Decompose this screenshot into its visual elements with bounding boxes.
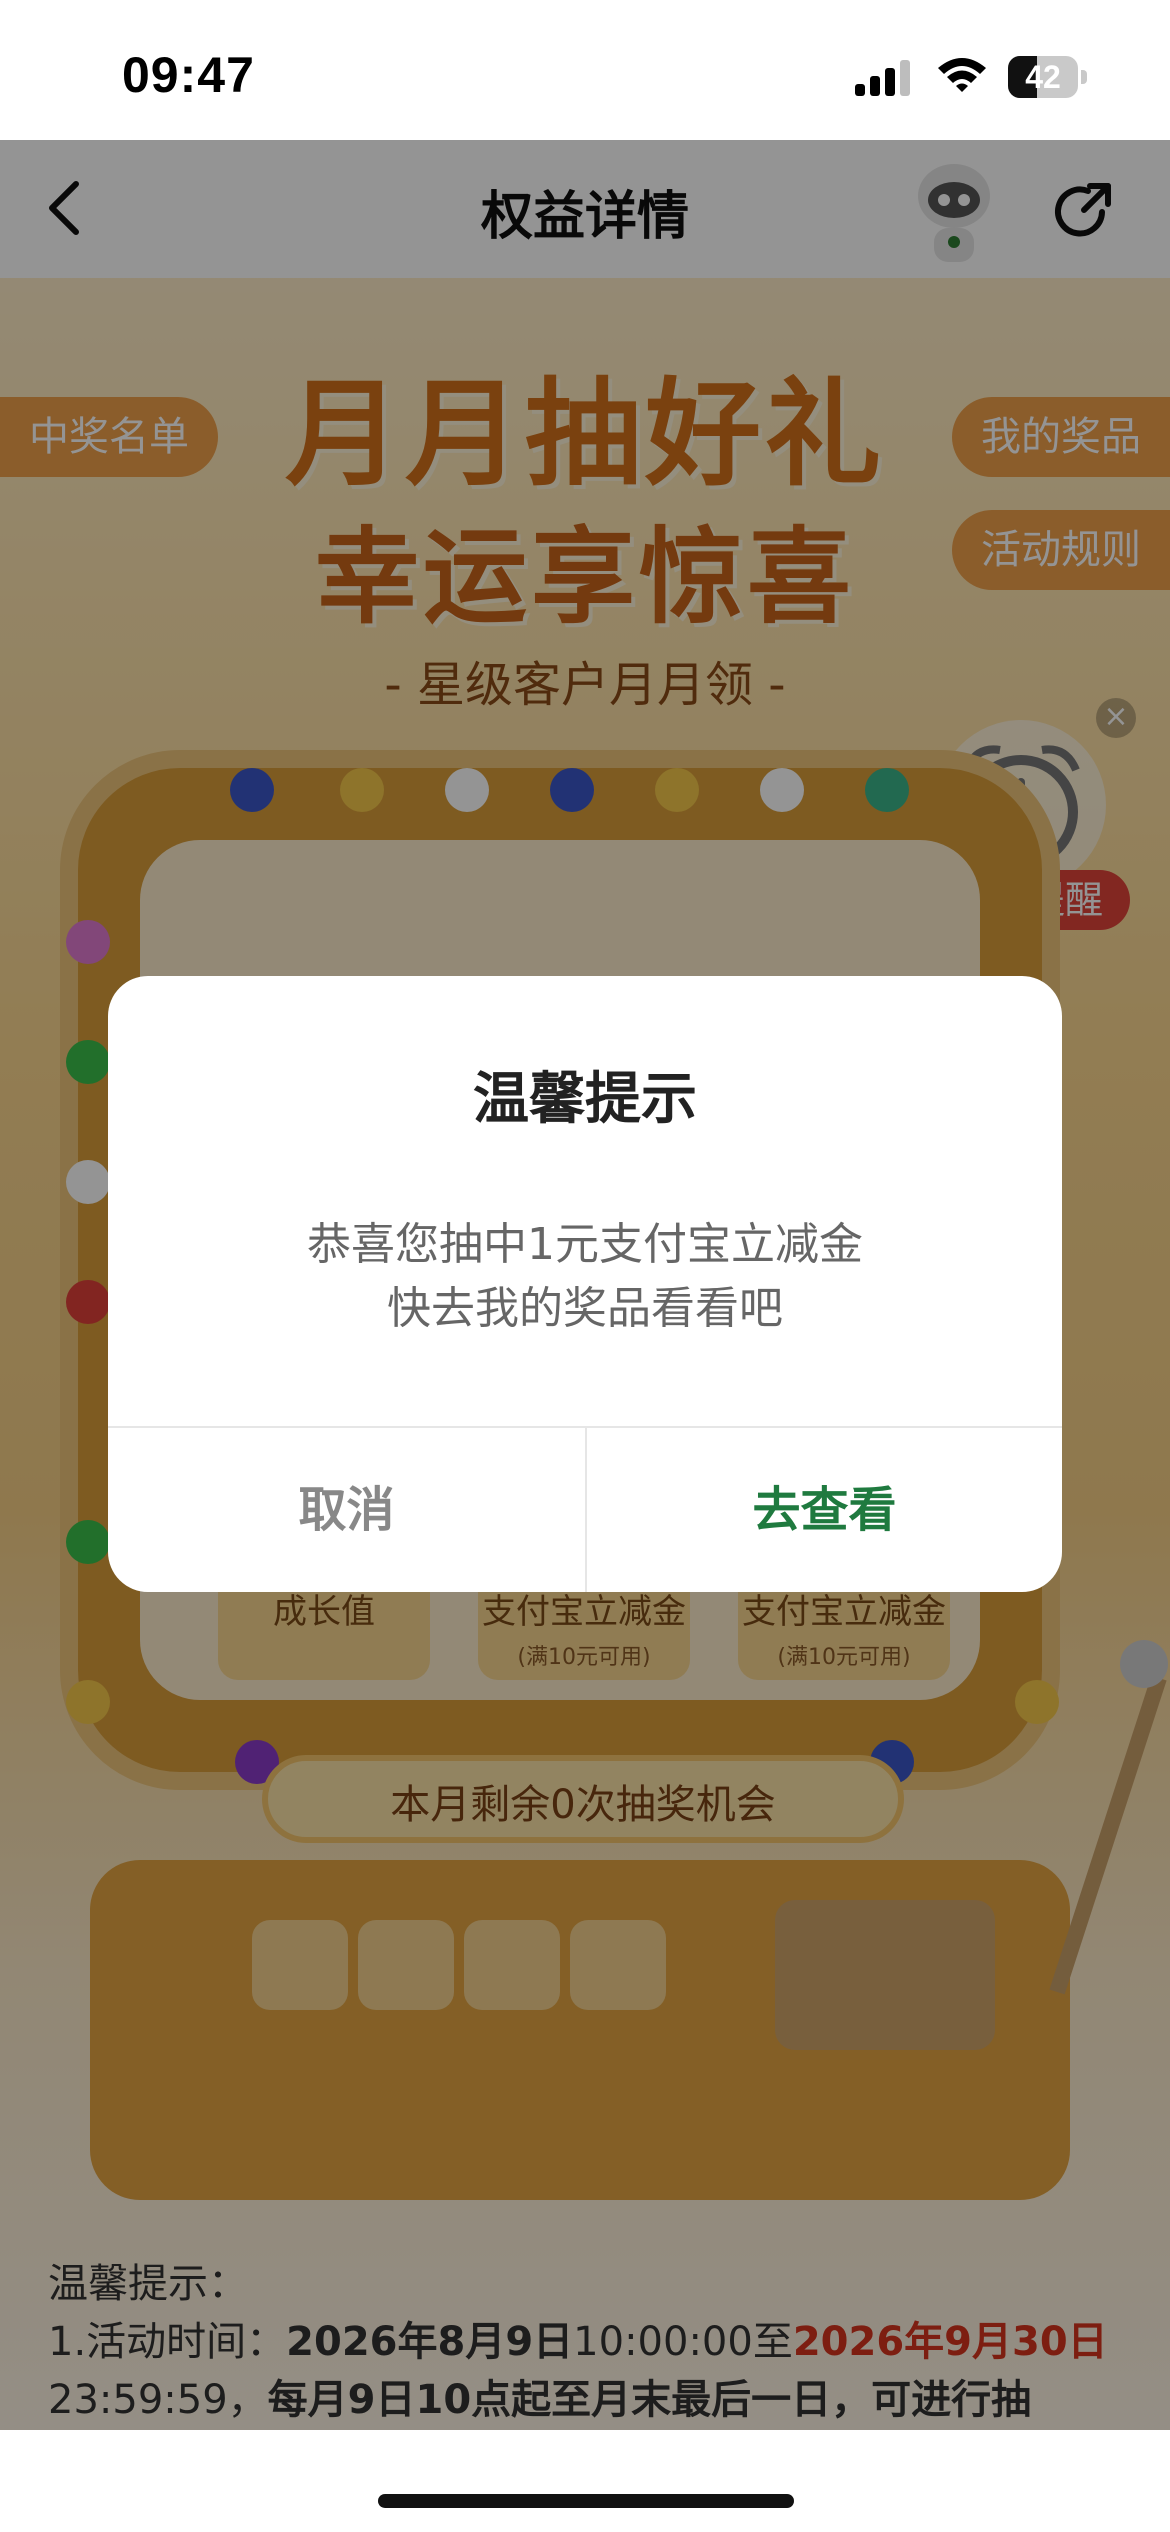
- prize-dialog: 温馨提示 恭喜您抽中1元支付宝立减金 快去我的奖品看看吧 取消 去查看: [108, 976, 1062, 1592]
- battery-icon: 42: [1008, 56, 1088, 98]
- dialog-message-line1: 恭喜您抽中1元支付宝立减金: [307, 1219, 863, 1270]
- wifi-icon: [938, 58, 986, 92]
- status-time: 09:47: [122, 47, 255, 103]
- cancel-button[interactable]: 取消: [108, 1428, 585, 1592]
- dialog-message-line2: 快去我的奖品看看吧: [387, 1283, 783, 1334]
- bottom-safe-area: [0, 2430, 1170, 2532]
- home-indicator[interactable]: [378, 2494, 794, 2508]
- cellular-signal-icon: [855, 60, 910, 96]
- view-prize-button[interactable]: 去查看: [587, 1428, 1062, 1592]
- battery-percent: 42: [1025, 59, 1061, 95]
- dialog-title: 温馨提示: [473, 1067, 697, 1132]
- status-bar: 09:47 42: [0, 0, 1170, 140]
